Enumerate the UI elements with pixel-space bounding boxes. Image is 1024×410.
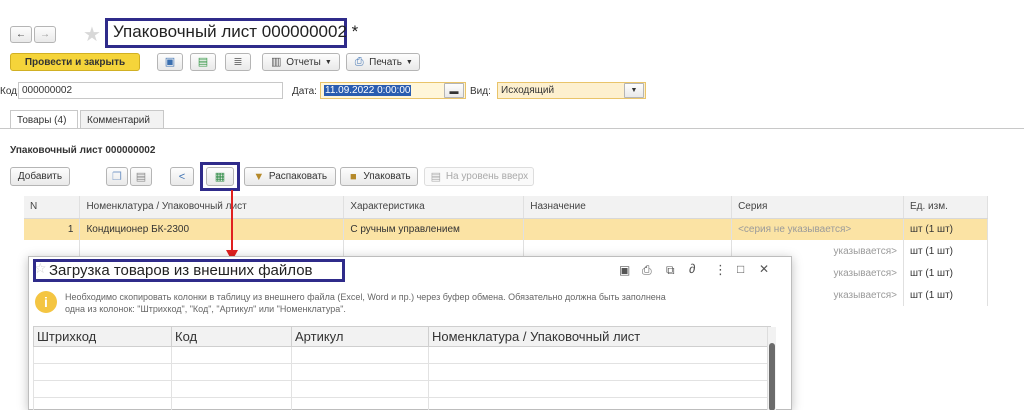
printer-icon[interactable]: ⎙ (642, 263, 652, 278)
save-button[interactable]: ▣ (157, 53, 183, 71)
reports-icon: ▥ (271, 56, 282, 68)
dialog-title: Загрузка товаров из внешних файлов (49, 262, 313, 279)
unpack-box-icon: ▼ (253, 170, 265, 183)
window-title: Упаковочный лист 000000002 * (113, 22, 359, 41)
table-row[interactable] (33, 346, 771, 364)
code-label: Код: (0, 86, 20, 97)
info-icon: i (35, 291, 57, 313)
import-table[interactable]: Штрихкод Код Артикул Номенклатура / Упак… (33, 326, 771, 410)
reports-dropdown[interactable]: ▥ Отчеты ▼ (262, 53, 340, 71)
back-button[interactable]: ← (10, 26, 32, 43)
column-header[interactable]: Номенклатура / Упаковочный лист (79, 196, 345, 219)
item-cell: Кондиционер БК-2300 (79, 218, 345, 240)
close-icon[interactable]: ✕ (759, 262, 769, 276)
arrow-left-icon: ← (16, 29, 26, 40)
arrow-right-icon: → (40, 29, 50, 40)
forward-button[interactable]: → (34, 26, 56, 43)
table-row[interactable]: 1 Кондиционер БК-2300 С ручным управлени… (24, 218, 988, 240)
column-header[interactable]: Серия (731, 196, 904, 219)
column-header[interactable]: Штрихкод (33, 326, 172, 347)
document-post-icon: ▤ (197, 56, 209, 68)
column-header[interactable]: Код (171, 326, 292, 347)
characteristic-cell: С ручным управлением (343, 218, 525, 240)
share-button[interactable]: < (170, 167, 194, 186)
structure-button[interactable]: ≣ (225, 53, 251, 71)
level-up-button[interactable]: ▤ На уровень вверх (424, 167, 534, 186)
paste-icon: ▤ (135, 170, 147, 183)
column-header[interactable]: N (24, 196, 81, 219)
unit-cell: шт (1 шт) (903, 240, 988, 262)
date-label: Дата: (292, 86, 317, 97)
purpose-cell (523, 218, 733, 240)
preview-icon[interactable]: ⧉ (666, 263, 675, 278)
copy-button[interactable]: ❐ (106, 167, 128, 186)
unit-cell: шт (1 шт) (903, 262, 988, 284)
favorite-star-icon[interactable]: ★ (83, 22, 101, 47)
caret-down-icon: ▼ (405, 58, 413, 66)
link-icon[interactable]: ∂ (689, 261, 695, 276)
scrollbar-thumb[interactable] (769, 343, 775, 410)
table-row[interactable] (33, 380, 771, 398)
caret-down-icon: ▼ (630, 87, 638, 94)
column-header[interactable]: Назначение (523, 196, 733, 219)
info-text-line1: Необходимо скопировать колонки в таблицу… (65, 292, 666, 302)
red-arrow-annotation (226, 190, 238, 261)
table-header-row: N Номенклатура / Упаковочный лист Характ… (24, 196, 988, 219)
unpack-button[interactable]: ▼ Распаковать (244, 167, 336, 186)
tab-comment[interactable]: Комментарий (80, 110, 164, 129)
pack-button[interactable]: ■ Упаковать (340, 167, 418, 186)
row-number: 1 (24, 218, 81, 240)
tab-goods[interactable]: Товары (4) (10, 110, 78, 129)
calendar-button[interactable]: ▬ (444, 83, 464, 98)
import-header-row: Штрихкод Код Артикул Номенклатура / Упак… (33, 326, 771, 347)
floppy-disk-icon: ▣ (164, 56, 176, 68)
print-dropdown[interactable]: ⎙ Печать ▼ (346, 53, 420, 71)
post-button[interactable]: ▤ (190, 53, 216, 71)
section-title: Упаковочный лист 000000002 (10, 145, 156, 156)
post-and-close-button[interactable]: Провести и закрыть (10, 53, 140, 71)
load-from-file-button[interactable]: ▦ (206, 167, 234, 186)
save-icon[interactable]: ▣ (619, 263, 630, 277)
unit-cell: шт (1 шт) (903, 284, 988, 306)
column-header[interactable]: Артикул (291, 326, 429, 347)
add-button[interactable]: Добавить (10, 167, 70, 186)
excel-load-icon: ▦ (214, 170, 226, 183)
minimize-icon[interactable]: □ (737, 262, 744, 276)
type-select-dropdown-button[interactable]: ▼ (624, 83, 644, 98)
printer-icon: ⎙ (354, 56, 364, 68)
series-cell: <серия не указывается> (731, 218, 904, 240)
copy-icon: ❐ (112, 170, 122, 183)
unit-cell: шт (1 шт) (903, 218, 988, 240)
column-header[interactable]: Ед. изм. (903, 196, 988, 219)
calendar-icon: ▬ (449, 85, 459, 96)
table-row[interactable] (33, 363, 771, 381)
type-label: Вид: (470, 86, 491, 97)
table-row[interactable] (33, 397, 771, 410)
info-text-line2: одна из колонок: "Штрихкод", "Код", "Арт… (65, 304, 346, 314)
paste-button[interactable]: ▤ (130, 167, 152, 186)
column-header[interactable]: Характеристика (343, 196, 525, 219)
load-goods-dialog: ☆ Загрузка товаров из внешних файлов ▣ ⎙… (28, 256, 792, 410)
share-icon: < (178, 170, 186, 183)
more-menu-icon[interactable]: ⋮ (714, 262, 727, 278)
vertical-scrollbar[interactable] (767, 327, 776, 410)
pack-box-icon: ■ (350, 170, 357, 183)
level-up-icon: ▤ (430, 170, 442, 183)
caret-down-icon: ▼ (324, 58, 332, 66)
tab-underline (0, 128, 1024, 129)
code-field[interactable]: 000000002 (18, 82, 283, 99)
column-header[interactable]: Номенклатура / Упаковочный лист (428, 326, 771, 347)
document-list-icon: ≣ (233, 56, 243, 68)
